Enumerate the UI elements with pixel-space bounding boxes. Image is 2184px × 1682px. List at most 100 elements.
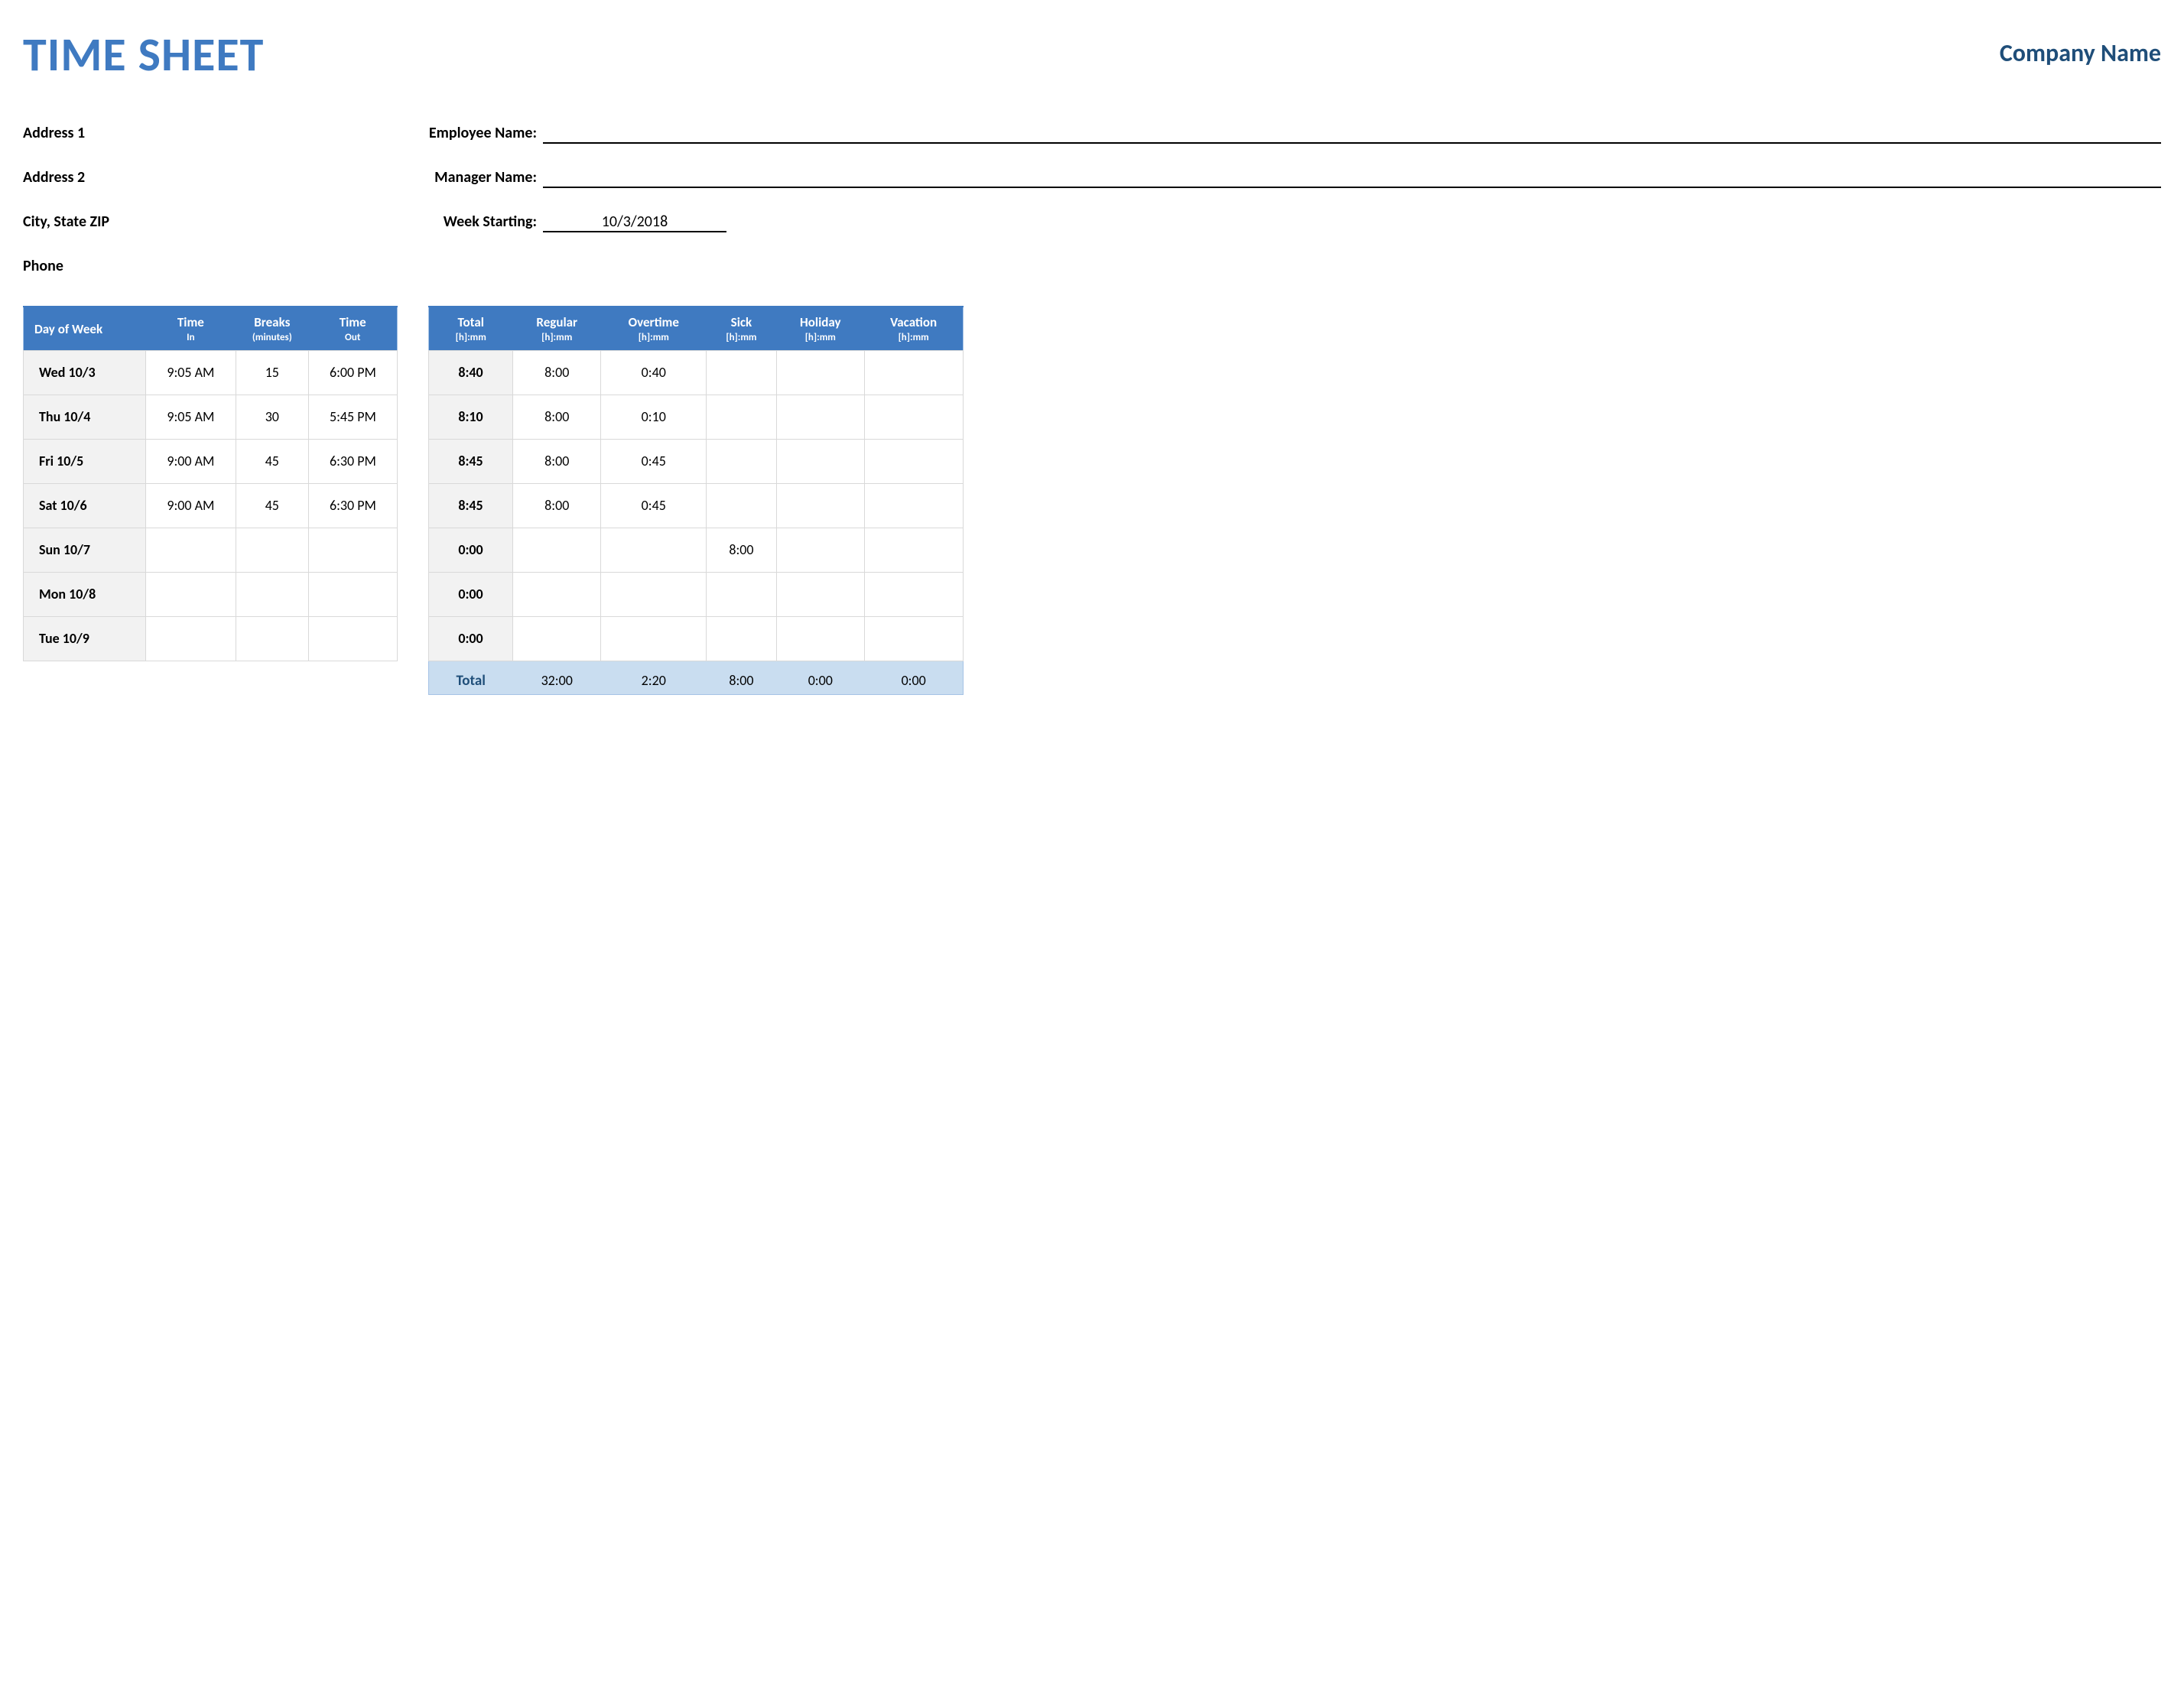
overtime-cell[interactable]: 0:10 (601, 395, 707, 439)
sick-cell[interactable] (707, 395, 777, 439)
breaks-cell[interactable]: 30 (236, 395, 308, 439)
table-row: Tue 10/9 (24, 616, 398, 661)
total-cell: 8:40 (429, 350, 513, 395)
employee-name-field[interactable] (543, 124, 2161, 144)
table-row: 0:00 (429, 616, 964, 661)
holiday-cell[interactable] (776, 572, 864, 616)
time-out-cell[interactable] (308, 572, 397, 616)
sick-cell[interactable] (707, 616, 777, 661)
holiday-cell[interactable] (776, 616, 864, 661)
manager-name-field[interactable] (543, 168, 2161, 188)
week-starting-field[interactable]: 10/3/2018 (543, 213, 726, 232)
day-cell: Wed 10/3 (24, 350, 146, 395)
vacation-cell[interactable] (864, 350, 963, 395)
breaks-cell[interactable] (236, 572, 308, 616)
hours-summary-table: Total[h]:mm Regular[h]:mm Overtime[h]:mm… (428, 306, 964, 695)
vacation-cell[interactable] (864, 395, 963, 439)
sick-cell[interactable] (707, 439, 777, 483)
col-vacation: Vacation[h]:mm (864, 307, 963, 350)
time-in-cell[interactable]: 9:00 AM (146, 439, 236, 483)
time-out-cell[interactable] (308, 616, 397, 661)
address2-label: Address 2 (23, 168, 390, 188)
sick-cell[interactable] (707, 572, 777, 616)
table-row: Thu 10/49:05 AM305:45 PM (24, 395, 398, 439)
table-row: Mon 10/8 (24, 572, 398, 616)
totals-vacation: 0:00 (864, 661, 963, 694)
regular-cell[interactable]: 8:00 (513, 439, 601, 483)
table-row: Sun 10/7 (24, 528, 398, 572)
table-row: 0:00 (429, 572, 964, 616)
sick-cell[interactable]: 8:00 (707, 528, 777, 572)
regular-cell[interactable]: 8:00 (513, 395, 601, 439)
time-out-cell[interactable] (308, 528, 397, 572)
vacation-cell[interactable] (864, 616, 963, 661)
overtime-cell[interactable] (601, 528, 707, 572)
time-in-cell[interactable]: 9:00 AM (146, 483, 236, 528)
breaks-cell[interactable]: 45 (236, 439, 308, 483)
overtime-cell[interactable]: 0:45 (601, 483, 707, 528)
table-row: 8:458:000:45 (429, 483, 964, 528)
week-starting-label: Week Starting: (390, 213, 543, 232)
time-out-cell[interactable]: 5:45 PM (308, 395, 397, 439)
regular-cell[interactable] (513, 616, 601, 661)
page-title: TIME SHEET (23, 31, 264, 78)
breaks-cell[interactable]: 45 (236, 483, 308, 528)
total-cell: 0:00 (429, 572, 513, 616)
day-cell: Fri 10/5 (24, 439, 146, 483)
breaks-cell[interactable]: 15 (236, 350, 308, 395)
time-in-cell[interactable]: 9:05 AM (146, 350, 236, 395)
sick-cell[interactable] (707, 483, 777, 528)
overtime-cell[interactable]: 0:45 (601, 439, 707, 483)
breaks-cell[interactable] (236, 528, 308, 572)
table-row: Sat 10/69:00 AM456:30 PM (24, 483, 398, 528)
holiday-cell[interactable] (776, 439, 864, 483)
total-cell: 0:00 (429, 616, 513, 661)
table-row: 8:458:000:45 (429, 439, 964, 483)
col-day: Day of Week (24, 307, 146, 350)
totals-overtime: 2:20 (601, 661, 707, 694)
time-out-cell[interactable]: 6:30 PM (308, 439, 397, 483)
totals-label: Total (429, 661, 513, 694)
holiday-cell[interactable] (776, 350, 864, 395)
table-row: Wed 10/39:05 AM156:00 PM (24, 350, 398, 395)
day-cell: Mon 10/8 (24, 572, 146, 616)
totals-holiday: 0:00 (776, 661, 864, 694)
total-cell: 8:45 (429, 439, 513, 483)
total-cell: 0:00 (429, 528, 513, 572)
vacation-cell[interactable] (864, 439, 963, 483)
day-cell: Sun 10/7 (24, 528, 146, 572)
holiday-cell[interactable] (776, 483, 864, 528)
day-cell: Sat 10/6 (24, 483, 146, 528)
time-out-cell[interactable]: 6:30 PM (308, 483, 397, 528)
holiday-cell[interactable] (776, 395, 864, 439)
overtime-cell[interactable]: 0:40 (601, 350, 707, 395)
regular-cell[interactable] (513, 528, 601, 572)
time-in-cell[interactable] (146, 616, 236, 661)
vacation-cell[interactable] (864, 483, 963, 528)
table-row: 0:00 8:00 (429, 528, 964, 572)
regular-cell[interactable]: 8:00 (513, 350, 601, 395)
company-name: Company Name (2000, 38, 2161, 68)
regular-cell[interactable] (513, 572, 601, 616)
vacation-cell[interactable] (864, 528, 963, 572)
overtime-cell[interactable] (601, 572, 707, 616)
city-state-zip-label: City, State ZIP (23, 213, 390, 232)
holiday-cell[interactable] (776, 528, 864, 572)
employee-name-label: Employee Name: (390, 124, 543, 144)
time-in-cell[interactable] (146, 528, 236, 572)
day-cell: Tue 10/9 (24, 616, 146, 661)
col-breaks: Breaks(minutes) (236, 307, 308, 350)
total-cell: 8:10 (429, 395, 513, 439)
table-row: Fri 10/59:00 AM456:30 PM (24, 439, 398, 483)
time-in-cell[interactable]: 9:05 AM (146, 395, 236, 439)
day-cell: Thu 10/4 (24, 395, 146, 439)
breaks-cell[interactable] (236, 616, 308, 661)
col-holiday: Holiday[h]:mm (776, 307, 864, 350)
col-total: Total[h]:mm (429, 307, 513, 350)
overtime-cell[interactable] (601, 616, 707, 661)
time-in-cell[interactable] (146, 572, 236, 616)
time-out-cell[interactable]: 6:00 PM (308, 350, 397, 395)
regular-cell[interactable]: 8:00 (513, 483, 601, 528)
sick-cell[interactable] (707, 350, 777, 395)
vacation-cell[interactable] (864, 572, 963, 616)
